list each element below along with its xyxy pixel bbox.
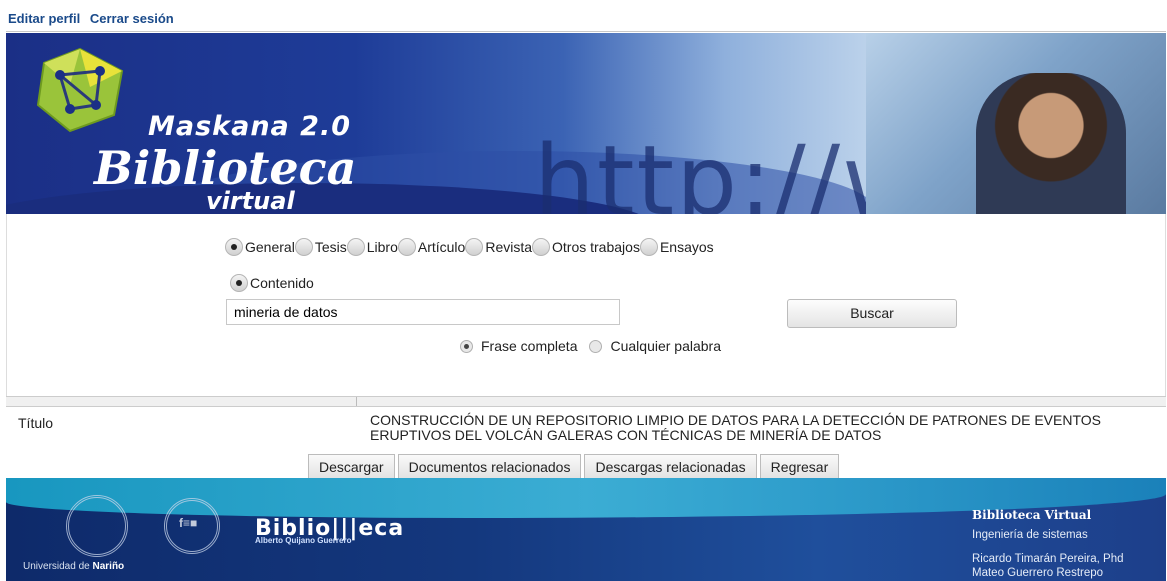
type-radio-otros[interactable]: Otros trabajos [532, 238, 640, 256]
related-documents-button[interactable]: Documentos relacionados [397, 454, 582, 480]
result-actions: Descargar Documentos relacionados Descar… [308, 454, 842, 480]
type-radio-general[interactable]: General [225, 238, 295, 256]
document-type-radio-group: General Tesis Libro Artículo Revista Otr… [225, 238, 714, 256]
radio-icon[interactable] [532, 238, 551, 256]
library-seal-icon: f≡■ [164, 498, 220, 554]
top-links: Editar perfil Cerrar sesión [8, 11, 180, 26]
top-divider [6, 31, 1166, 32]
university-name-bold: Nariño [92, 561, 125, 572]
edit-profile-link[interactable]: Editar perfil [8, 11, 80, 26]
banner-photo [866, 33, 1166, 214]
library-logo-subtitle: Alberto Quijano Guerrero [255, 536, 352, 545]
search-input[interactable] [226, 299, 620, 325]
banner-title-version: Maskana 2.0 [148, 111, 352, 142]
header-banner: http://w Maskana 2.0 Biblioteca virtual [6, 33, 1166, 214]
university-name: Universidad de Nariño [23, 561, 124, 572]
scope-label: Contenido [250, 275, 314, 291]
type-radio-revista[interactable]: Revista [465, 238, 532, 256]
footer-credits: Biblioteca Virtual Ingeniería de sistema… [972, 508, 1123, 580]
university-name-text: Universidad de [23, 561, 90, 572]
download-button[interactable]: Descargar [308, 454, 395, 480]
radio-icon[interactable] [346, 238, 365, 256]
type-label: Revista [485, 239, 533, 255]
footer-author-2: Mateo Guerrero Restrepo [972, 567, 1104, 579]
radio-icon[interactable] [397, 238, 416, 256]
type-radio-articulo[interactable]: Artículo [397, 238, 466, 256]
radio-icon[interactable] [589, 339, 603, 353]
type-radio-tesis[interactable]: Tesis [294, 238, 347, 256]
radio-icon[interactable] [230, 274, 248, 292]
mode-full-label[interactable]: Frase completa [481, 338, 577, 354]
search-button[interactable]: Buscar [787, 299, 957, 328]
type-label: General [245, 239, 295, 255]
type-label: Libro [366, 239, 398, 255]
scope-radio-contenido[interactable]: Contenido [230, 274, 314, 292]
match-mode-radio-group: Frase completa Cualquier palabra [460, 338, 721, 354]
logout-link[interactable]: Cerrar sesión [90, 11, 174, 26]
mode-any-label[interactable]: Cualquier palabra [610, 338, 721, 354]
university-seal-icon [66, 495, 128, 557]
banner-http-text: http://w [534, 125, 923, 214]
type-label: Artículo [417, 239, 466, 255]
radio-icon[interactable] [639, 238, 658, 256]
type-label: Ensayos [659, 239, 714, 255]
result-title-value: CONSTRUCCIÓN DE UN REPOSITORIO LIMPIO DE… [370, 412, 1101, 443]
radio-icon[interactable] [294, 238, 313, 256]
radio-icon[interactable] [460, 339, 473, 353]
type-label: Tesis [314, 239, 347, 255]
radio-icon[interactable] [225, 238, 243, 256]
result-row: Título CONSTRUCCIÓN DE UN REPOSITORIO LI… [6, 406, 1166, 453]
type-radio-ensayos[interactable]: Ensayos [639, 238, 714, 256]
type-radio-libro[interactable]: Libro [346, 238, 398, 256]
banner-title-sub: virtual [206, 187, 295, 214]
footer-author-1: Ricardo Timarán Pereira, Phd [972, 553, 1124, 565]
footer-title: Biblioteca Virtual [972, 508, 1092, 522]
banner-person-image [976, 73, 1126, 214]
type-label: Otros trabajos [552, 239, 640, 255]
related-downloads-button[interactable]: Descargas relacionadas [584, 454, 757, 480]
footer: f≡■ Universidad de Nariño Biblio|||eca A… [6, 478, 1166, 581]
back-button[interactable]: Regresar [759, 454, 840, 480]
maskana-logo-icon [36, 47, 124, 133]
footer-department: Ingeniería de sistemas [972, 529, 1088, 541]
result-title-label: Título [18, 415, 54, 431]
radio-icon[interactable] [465, 238, 484, 256]
